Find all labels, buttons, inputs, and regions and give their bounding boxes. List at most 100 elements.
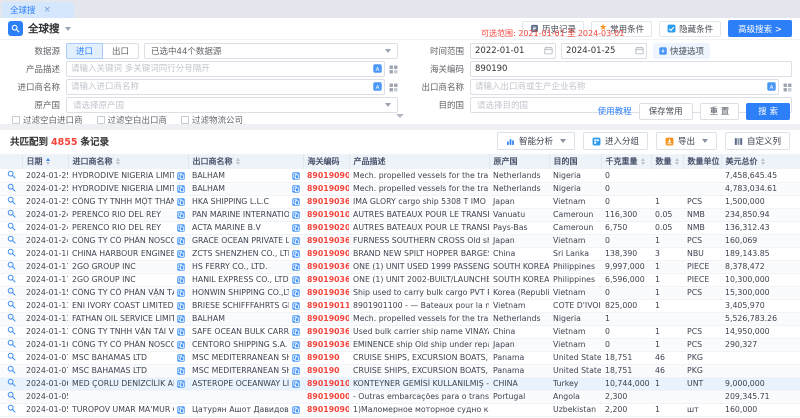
- copy-icon[interactable]: [177, 198, 185, 206]
- batch-input-icon[interactable]: [389, 83, 398, 92]
- row-detail-search-icon[interactable]: [0, 273, 22, 286]
- exporter-input[interactable]: [470, 79, 779, 95]
- copy-icon[interactable]: [292, 250, 300, 258]
- row-detail-search-icon[interactable]: [0, 377, 22, 390]
- export-toggle[interactable]: 出口: [103, 43, 139, 59]
- copy-icon[interactable]: [292, 367, 300, 375]
- row-detail-search-icon[interactable]: [0, 260, 22, 273]
- sort-icon[interactable]: [675, 158, 679, 165]
- row-detail-search-icon[interactable]: [0, 351, 22, 364]
- filter-blank-importer-checkbox[interactable]: 过滤空白进口商: [12, 114, 83, 126]
- copy-icon[interactable]: [177, 276, 185, 284]
- copy-icon[interactable]: [292, 211, 300, 219]
- reset-button[interactable]: 重 置: [700, 103, 740, 120]
- copy-icon[interactable]: [292, 263, 300, 271]
- copy-icon[interactable]: [292, 341, 300, 349]
- copy-icon[interactable]: [292, 172, 300, 180]
- quick-options-button[interactable]: 快捷选项: [653, 43, 710, 59]
- copy-icon[interactable]: [292, 354, 300, 362]
- chevron-down-icon[interactable]: [65, 27, 71, 31]
- copy-icon[interactable]: [177, 263, 185, 271]
- tab-close-icon[interactable]: ×: [44, 5, 52, 15]
- copy-icon[interactable]: [177, 237, 185, 245]
- smart-analysis-button[interactable]: 智能分析: [497, 132, 575, 150]
- copy-icon[interactable]: [292, 224, 300, 232]
- sort-icon[interactable]: [46, 158, 50, 165]
- row-detail-search-icon[interactable]: [0, 286, 22, 299]
- column-header-9[interactable]: 数量: [651, 154, 683, 169]
- row-detail-search-icon[interactable]: [0, 338, 22, 351]
- copy-icon[interactable]: [177, 224, 185, 232]
- row-detail-search-icon[interactable]: [0, 234, 22, 247]
- export-button[interactable]: 导出: [656, 132, 717, 150]
- cell-importer: PERENCO RIO DEL REY: [68, 208, 188, 221]
- row-detail-search-icon[interactable]: [0, 364, 22, 377]
- copy-icon[interactable]: [177, 406, 185, 414]
- enter-group-button[interactable]: 进入分组: [583, 132, 648, 150]
- origin-country-select[interactable]: 请选择原产国: [66, 97, 398, 113]
- row-detail-search-icon[interactable]: [0, 299, 22, 312]
- copy-icon[interactable]: [177, 185, 185, 193]
- copy-icon[interactable]: [292, 315, 300, 323]
- copy-icon[interactable]: [292, 289, 300, 297]
- copy-icon[interactable]: [292, 185, 300, 193]
- copy-icon[interactable]: [177, 354, 185, 362]
- batch-input-icon[interactable]: [389, 65, 398, 74]
- copy-icon[interactable]: [292, 237, 300, 245]
- hs-code-input[interactable]: [470, 61, 792, 77]
- copy-icon[interactable]: [292, 328, 300, 336]
- translate-icon[interactable]: A: [767, 82, 776, 94]
- sort-icon[interactable]: [236, 158, 240, 165]
- copy-icon[interactable]: [177, 315, 185, 323]
- sort-icon[interactable]: [116, 158, 120, 165]
- filter-logistics-checkbox[interactable]: 过滤物流公司: [181, 114, 243, 126]
- translate-icon[interactable]: A: [373, 64, 382, 76]
- data-source-select[interactable]: 已选中44个数据源: [144, 43, 398, 59]
- collapse-panel-icon[interactable]: [396, 114, 404, 118]
- row-detail-search-icon[interactable]: [0, 390, 22, 403]
- copy-icon[interactable]: [177, 250, 185, 258]
- copy-icon[interactable]: [177, 211, 185, 219]
- row-detail-search-icon[interactable]: [0, 182, 22, 195]
- sort-icon[interactable]: [641, 158, 645, 165]
- copy-icon[interactable]: [177, 289, 185, 297]
- copy-icon[interactable]: [177, 367, 185, 375]
- sort-icon[interactable]: [761, 158, 765, 165]
- copy-icon[interactable]: [177, 380, 185, 388]
- column-header-11[interactable]: 美元总价: [721, 154, 800, 169]
- product-desc-input[interactable]: [66, 61, 385, 77]
- copy-icon[interactable]: [177, 341, 185, 349]
- column-header-2[interactable]: 进口商名称: [68, 154, 188, 169]
- copy-icon[interactable]: [292, 302, 300, 310]
- hide-conditions-button[interactable]: 隐藏条件: [659, 21, 721, 37]
- row-detail-search-icon[interactable]: [0, 169, 22, 182]
- row-detail-search-icon[interactable]: [0, 195, 22, 208]
- search-button[interactable]: 搜 索: [746, 103, 790, 120]
- copy-icon[interactable]: [177, 328, 185, 336]
- row-detail-search-icon[interactable]: [0, 325, 22, 338]
- importer-input[interactable]: [66, 79, 385, 95]
- copy-icon[interactable]: [177, 172, 185, 180]
- row-detail-search-icon[interactable]: [0, 403, 22, 416]
- column-header-8[interactable]: 千克重量: [601, 154, 651, 169]
- copy-icon[interactable]: [292, 406, 300, 414]
- batch-input-icon[interactable]: [783, 83, 792, 92]
- translate-icon[interactable]: A: [373, 82, 382, 94]
- column-header-1[interactable]: 日期: [22, 154, 68, 169]
- import-toggle[interactable]: 进口: [66, 43, 103, 59]
- row-detail-search-icon[interactable]: [0, 221, 22, 234]
- tutorial-link[interactable]: 使用教程: [598, 105, 632, 117]
- row-detail-search-icon[interactable]: [0, 208, 22, 221]
- row-detail-search-icon[interactable]: [0, 312, 22, 325]
- custom-columns-button[interactable]: 自定义列: [725, 132, 790, 150]
- advanced-search-button[interactable]: 高级搜索 >: [728, 20, 792, 37]
- copy-icon[interactable]: [177, 302, 185, 310]
- column-header-3[interactable]: 出口商名称: [188, 154, 303, 169]
- copy-icon[interactable]: [292, 276, 300, 284]
- tab-global-search[interactable]: 全球搜 ×: [2, 2, 74, 18]
- copy-icon[interactable]: [292, 380, 300, 388]
- filter-blank-exporter-checkbox[interactable]: 过滤空白出口商: [97, 114, 168, 126]
- save-common-button[interactable]: 保存常用: [639, 103, 693, 120]
- row-detail-search-icon[interactable]: [0, 247, 22, 260]
- copy-icon[interactable]: [292, 198, 300, 206]
